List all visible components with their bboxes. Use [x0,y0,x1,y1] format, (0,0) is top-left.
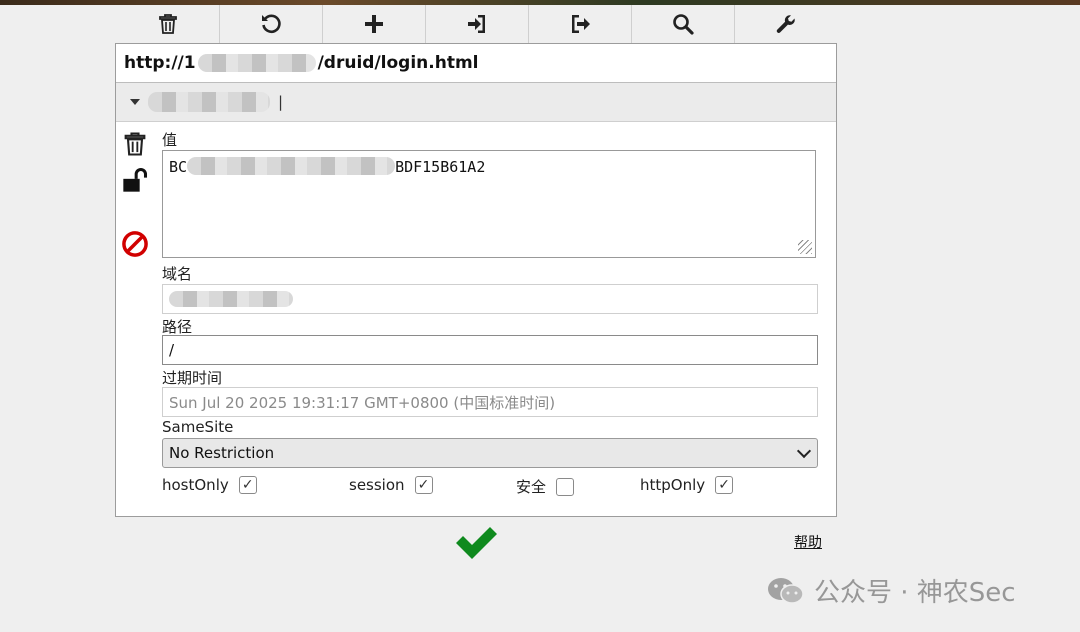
expires-field[interactable]: Sun Jul 20 2025 19:31:17 GMT+0800 (中国标准时… [162,387,818,417]
value-label: 值 [162,131,178,149]
redacted-cookie-name [148,92,270,112]
value-textarea[interactable]: BC BDF15B61A2 [162,150,816,258]
cookie-editor-panel: http://1 /druid/login.html | 值 BC BDF15B6… [115,43,837,517]
lock-toggle-button[interactable] [121,166,149,194]
session-checkbox[interactable]: ✓ [414,476,433,494]
cookie-header[interactable]: | [116,83,836,122]
httponly-checkbox[interactable]: ✓ [715,476,734,494]
redacted-host [197,54,316,72]
refresh-icon [262,14,281,34]
export-icon [572,15,590,33]
domain-field[interactable] [162,284,818,314]
hostonly-option: hostOnly ✓ [162,476,257,494]
resize-handle[interactable] [798,240,812,254]
samesite-value: No Restriction [169,444,275,462]
watermark: 公众号 · 神农Sec [766,572,1016,609]
trash-icon [159,14,177,34]
block-icon [122,231,148,257]
import-button[interactable] [426,5,529,43]
session-option: session ✓ [349,476,433,494]
export-button[interactable] [529,5,632,43]
redacted-domain [169,291,293,307]
secure-checkbox[interactable] [556,477,575,496]
import-icon [468,15,485,33]
expand-triangle-icon [130,99,140,105]
url-path: /druid/login.html [317,53,479,73]
httponly-label: httpOnly [640,476,706,494]
httponly-option: httpOnly ✓ [640,476,734,494]
delete-cookie-button[interactable] [121,130,149,158]
wechat-logo [768,577,804,604]
search-icon [673,14,694,35]
url-prefix: http://1 [124,53,196,73]
trash-icon [124,132,146,156]
wrench-icon [776,15,795,33]
cookie-name-suffix: | [278,93,284,111]
flag-checkboxes: hostOnly ✓ session ✓ 安全 httpOnly ✓ [162,476,822,500]
path-field[interactable]: / [162,335,818,365]
hostonly-checkbox[interactable]: ✓ [238,476,257,494]
domain-label: 域名 [162,265,193,283]
url-bar: http://1 /druid/login.html [116,44,836,83]
value-suffix: BDF15B61A2 [395,158,486,176]
session-label: session [349,476,405,494]
block-cookie-button[interactable] [121,230,149,258]
secure-option: 安全 [516,476,575,497]
add-cookie-button[interactable] [323,5,426,43]
hostonly-label: hostOnly [162,476,229,494]
plus-icon [365,15,383,33]
chevron-down-icon [796,443,812,459]
options-button[interactable] [735,5,837,43]
secure-label: 安全 [516,478,547,496]
reset-button[interactable] [220,5,323,43]
watermark-text: 公众号 · 神农Sec [814,578,1016,608]
path-label: 路径 [162,318,193,336]
redacted-value [187,157,396,175]
unlock-icon [123,168,148,192]
samesite-label: SameSite [162,418,234,436]
save-button[interactable] [453,522,499,562]
checkmark-icon [456,527,497,559]
samesite-select[interactable]: No Restriction [162,438,818,468]
value-prefix: BC [169,158,188,176]
search-button[interactable] [632,5,735,43]
toolbar [117,5,837,43]
expires-label: 过期时间 [162,369,223,387]
delete-all-button[interactable] [117,5,220,43]
help-link[interactable]: 帮助 [794,532,822,552]
